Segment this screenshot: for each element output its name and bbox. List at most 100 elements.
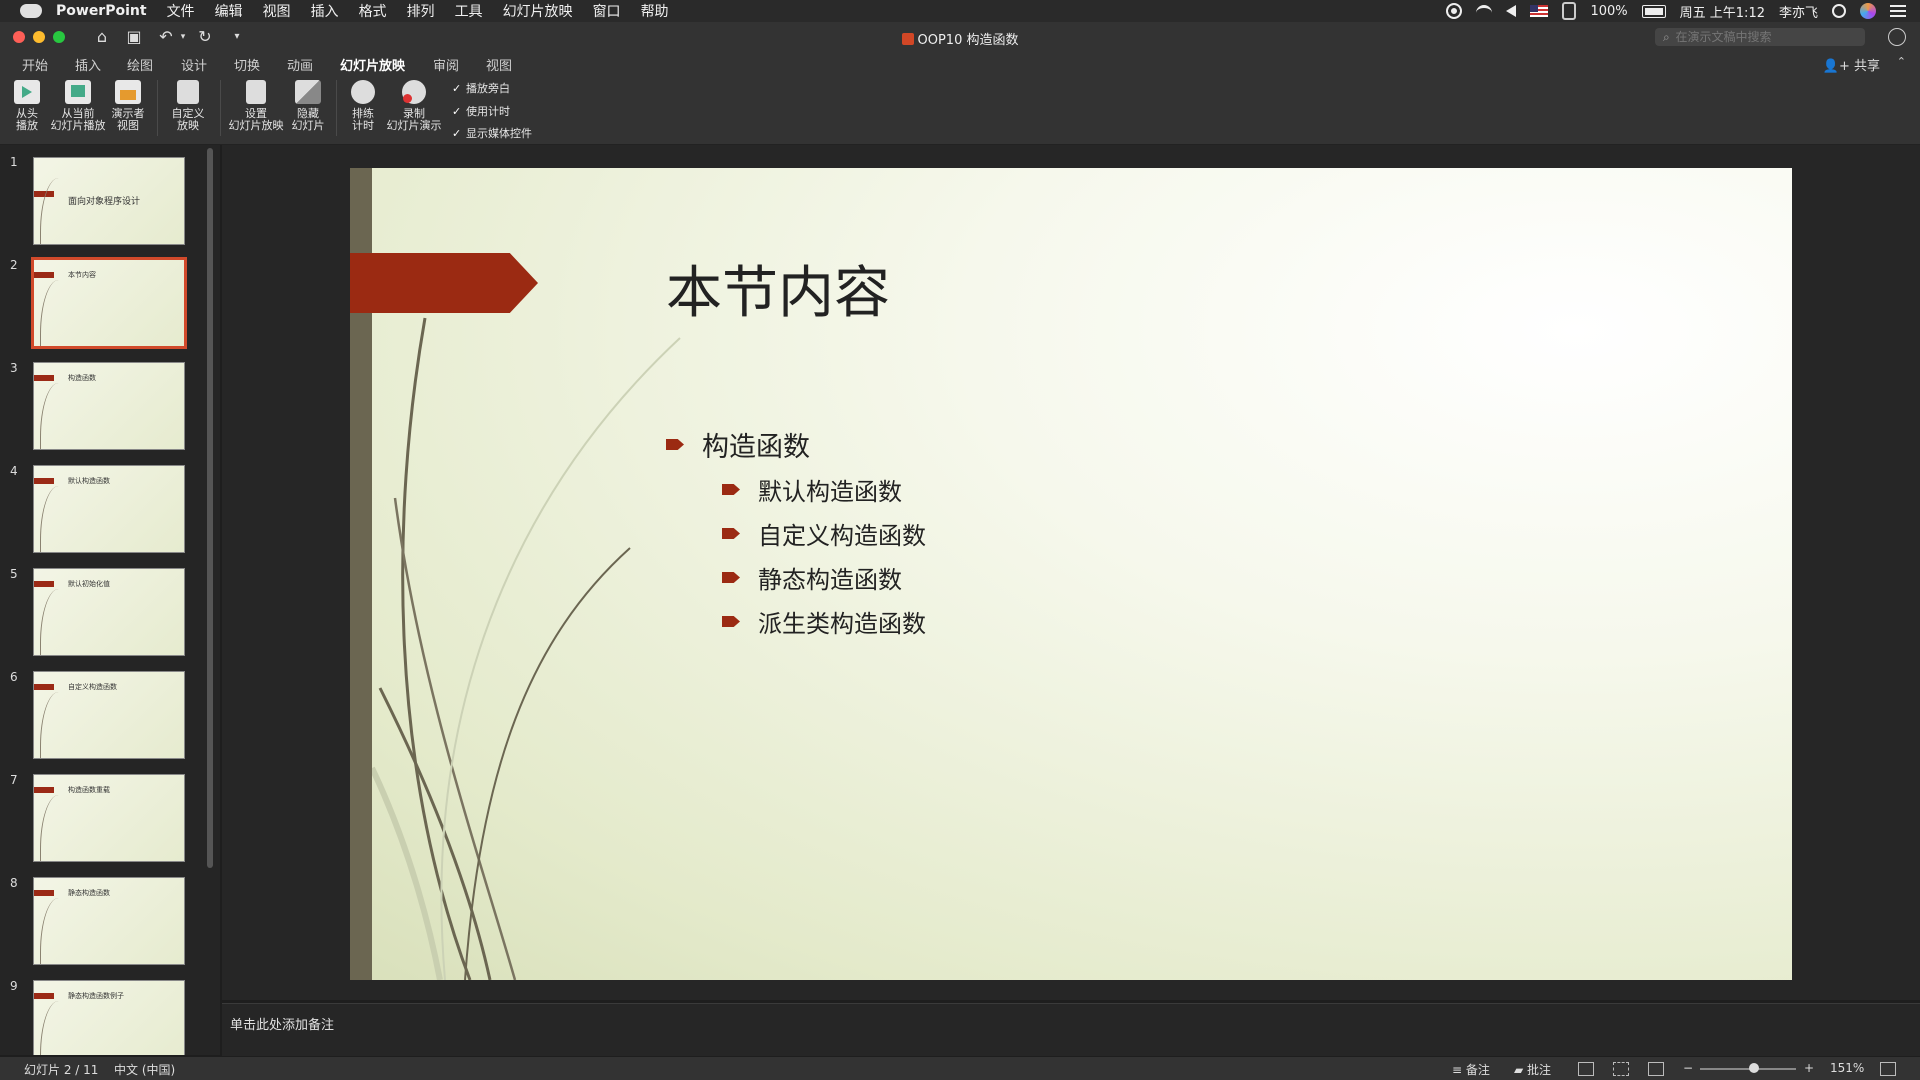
bullet-level1[interactable]: 构造函数: [666, 425, 810, 464]
feedback-smiley-icon[interactable]: [1888, 28, 1906, 46]
presenter-view-button[interactable]: 演示者 视图: [110, 80, 146, 132]
add-person-icon: 👤+: [1822, 59, 1854, 74]
screen-record-icon[interactable]: [1446, 3, 1463, 19]
ribbon-separator: [157, 80, 158, 136]
menu-view[interactable]: 视图: [263, 1, 291, 21]
spotlight-icon[interactable]: [1832, 4, 1846, 18]
menu-arrange[interactable]: 排列: [407, 1, 435, 21]
custom-show-label-2: 放映: [177, 119, 199, 132]
play-from-start-button[interactable]: 从头 播放: [12, 80, 42, 132]
tab-view[interactable]: 视图: [486, 55, 512, 74]
menu-file[interactable]: 文件: [167, 1, 195, 21]
slide-thumbnail-1[interactable]: 面向对象程序设计: [33, 157, 185, 245]
play-from-start-icon: [14, 80, 40, 104]
tab-insert[interactable]: 插入: [75, 55, 101, 74]
slide-thumbnail-6[interactable]: 自定义构造函数: [33, 671, 185, 759]
bullet-level2[interactable]: 静态构造函数: [722, 560, 902, 595]
menu-edit[interactable]: 编辑: [215, 1, 243, 21]
normal-view-icon[interactable]: [1578, 1062, 1594, 1076]
use-timings-checkbox[interactable]: ✓ 使用计时: [452, 103, 510, 119]
use-timings-label: 使用计时: [466, 105, 510, 118]
tab-transitions[interactable]: 切换: [234, 55, 260, 74]
tab-home[interactable]: 开始: [22, 55, 48, 74]
slide-thumbnail-9[interactable]: 静态构造函数例子: [33, 980, 185, 1055]
zoom-slider-track[interactable]: [1700, 1068, 1796, 1070]
ribbon-separator: [220, 80, 221, 136]
zoom-out-button[interactable]: −: [1683, 1061, 1693, 1075]
fit-to-window-icon[interactable]: [1880, 1062, 1896, 1076]
tab-slideshow[interactable]: 幻灯片放映: [340, 55, 406, 80]
show-media-controls-label: 显示媒体控件: [466, 127, 532, 140]
slideshow-view-icon[interactable]: [1648, 1062, 1664, 1076]
slide-thumbnail-8[interactable]: 静态构造函数: [33, 877, 185, 965]
menu-slideshow[interactable]: 幻灯片放映: [503, 1, 573, 21]
thumbnail-number: 3: [10, 361, 18, 375]
thumbnail-scrollbar[interactable]: [207, 148, 213, 868]
menu-app-name[interactable]: PowerPoint: [56, 3, 147, 19]
hide-slide-button[interactable]: 隐藏 幻灯片: [290, 80, 326, 132]
play-from-current-button[interactable]: 从当前 幻灯片播放: [50, 80, 106, 132]
tab-review[interactable]: 审阅: [433, 55, 459, 74]
checkmark-icon: ✓: [452, 105, 462, 118]
menu-tools[interactable]: 工具: [455, 1, 483, 21]
document-title: OOP10 构造函数: [0, 29, 1920, 48]
show-media-controls-checkbox[interactable]: ✓ 显示媒体控件: [452, 125, 532, 141]
volume-icon[interactable]: [1506, 5, 1517, 17]
tab-design[interactable]: 设计: [181, 55, 207, 74]
menu-insert[interactable]: 插入: [311, 1, 339, 21]
bullet-text: 默认构造函数: [758, 478, 902, 506]
clock[interactable]: 周五 上午1:12: [1680, 2, 1765, 21]
bullet-arrow-icon: [722, 616, 740, 627]
menu-help[interactable]: 帮助: [641, 1, 669, 21]
search-icon: ⌕: [1663, 30, 1674, 44]
record-slideshow-button[interactable]: 录制 幻灯片演示: [386, 80, 442, 132]
input-source-flag-icon[interactable]: [1530, 5, 1549, 17]
custom-show-button[interactable]: 自定义 放映: [168, 80, 208, 132]
comments-toggle-button[interactable]: ▰ 批注: [1514, 1061, 1551, 1078]
thumbnail-number: 4: [10, 464, 18, 478]
slide-thumbnail-3[interactable]: 构造函数: [33, 362, 185, 450]
search-box[interactable]: ⌕: [1655, 28, 1865, 46]
search-input[interactable]: [1673, 29, 1858, 45]
thumbnail-title: 静态构造函数例子: [68, 992, 124, 1000]
zoom-in-button[interactable]: +: [1804, 1061, 1814, 1075]
slide-title[interactable]: 本节内容: [666, 248, 890, 329]
tab-draw[interactable]: 绘图: [127, 55, 153, 74]
thumbnail-number: 9: [10, 979, 18, 993]
bluetooth-icon[interactable]: [1562, 2, 1577, 20]
bullet-arrow-icon: [722, 484, 740, 495]
tab-animations[interactable]: 动画: [287, 55, 313, 74]
title-bar: ⌂ ▣ ↶ ▾ ↻ ▾ OOP10 构造函数 ⌕: [0, 22, 1920, 52]
menu-window[interactable]: 窗口: [593, 1, 621, 21]
collapse-ribbon-icon[interactable]: ⌃: [1897, 55, 1906, 68]
bullet-level2[interactable]: 派生类构造函数: [722, 604, 926, 639]
bullet-level2[interactable]: 默认构造函数: [722, 472, 902, 507]
notes-placeholder[interactable]: 单击此处添加备注: [230, 1014, 334, 1033]
setup-slideshow-button[interactable]: 设置 幻灯片放映: [228, 80, 284, 132]
zoom-level[interactable]: 151%: [1830, 1061, 1864, 1075]
wifi-icon[interactable]: [1476, 4, 1493, 18]
slide-sorter-icon[interactable]: [1613, 1062, 1629, 1076]
language-indicator[interactable]: 中文 (中国): [114, 1061, 175, 1078]
slide-thumbnail-7[interactable]: 构造函数重载: [33, 774, 185, 862]
bullet-level2[interactable]: 自定义构造函数: [722, 516, 926, 551]
play-narrations-checkbox[interactable]: ✓ 播放旁白: [452, 80, 510, 96]
apple-icon[interactable]: [20, 4, 42, 18]
slide-thumbnail-5[interactable]: 默认初始化值: [33, 568, 185, 656]
user-name[interactable]: 李亦飞: [1779, 2, 1818, 21]
menu-format[interactable]: 格式: [359, 1, 387, 21]
notes-pane[interactable]: 单击此处添加备注: [222, 1003, 1920, 1056]
slide-thumbnail-4[interactable]: 默认构造函数: [33, 465, 185, 553]
share-button[interactable]: 👤+ 共享: [1823, 55, 1880, 74]
current-slide[interactable]: 本节内容 构造函数 默认构造函数 自定义构造函数 静态构造函数 派生类构造函数: [350, 168, 1792, 980]
siri-icon[interactable]: [1860, 3, 1876, 19]
battery-icon[interactable]: [1641, 4, 1666, 18]
notes-toggle-button[interactable]: ≡ 备注: [1452, 1061, 1490, 1078]
rehearse-timings-button[interactable]: 排练 计时: [346, 80, 380, 132]
presenter-view-icon: [115, 80, 141, 104]
notification-center-icon[interactable]: [1890, 5, 1906, 17]
slide-thumbnail-2[interactable]: 本节内容: [31, 257, 187, 349]
zoom-slider-knob[interactable]: [1749, 1063, 1759, 1073]
bullet-text: 构造函数: [702, 432, 810, 463]
setup-slideshow-icon: [246, 80, 266, 104]
